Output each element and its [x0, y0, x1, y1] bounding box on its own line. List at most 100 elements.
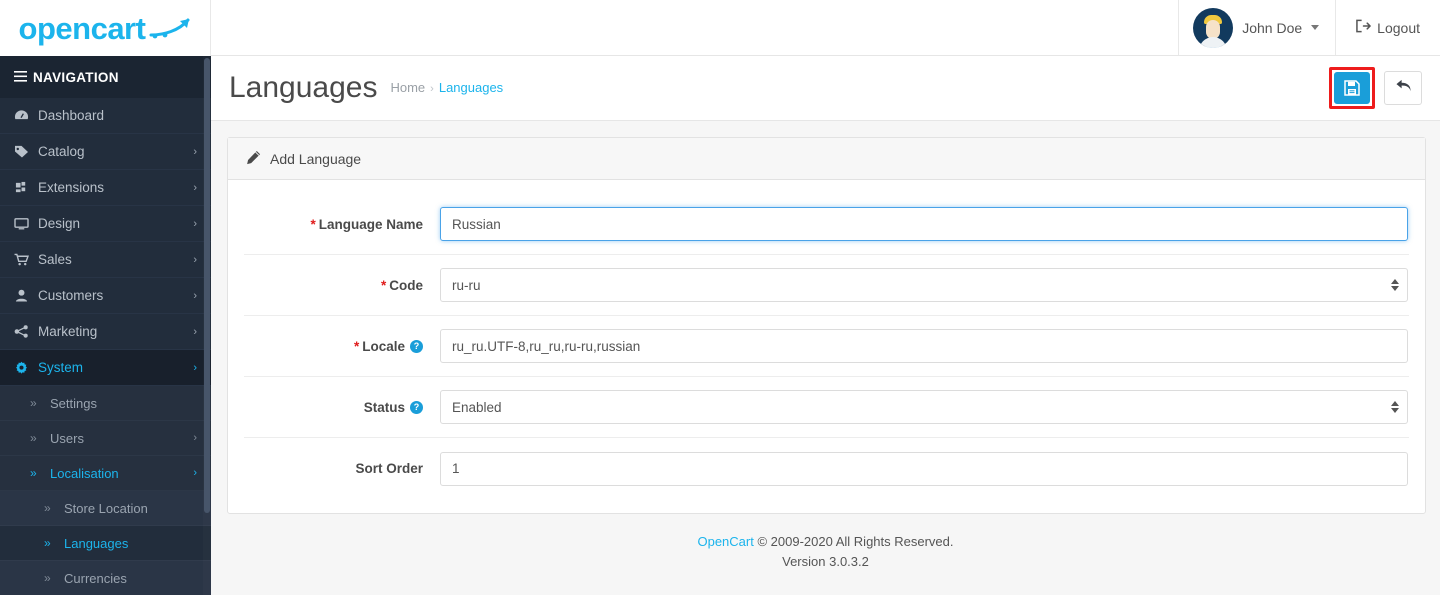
sidebar-item-extensions[interactable]: Extensions ›	[0, 170, 211, 206]
sidebar-subitem-label: Users	[50, 430, 84, 446]
chevron-right-icon: ›	[193, 145, 197, 158]
panel-body: * Language Name * Code	[228, 180, 1425, 513]
form-group-sort-order: Sort Order	[244, 438, 1409, 499]
top-header-bar: opencart John Doe Logout	[0, 0, 1440, 56]
user-name-label: John Doe	[1242, 19, 1303, 36]
back-button[interactable]	[1384, 71, 1422, 105]
sidebar-item-design[interactable]: Design ›	[0, 206, 211, 242]
sidebar-item-languages[interactable]: » Languages	[0, 526, 211, 561]
add-language-panel: Add Language * Language Name *	[227, 137, 1426, 514]
sidebar-item-users[interactable]: » Users ›	[0, 421, 211, 456]
double-chevron-right-icon: »	[44, 571, 51, 585]
logout-button[interactable]: Logout	[1335, 0, 1440, 55]
brand-logo-text: opencart	[18, 10, 146, 46]
breadcrumb-separator: ›	[430, 82, 434, 95]
floppy-disk-icon	[1344, 80, 1360, 96]
panel-heading: Add Language	[270, 150, 362, 167]
control-wrap-locale	[440, 329, 1409, 363]
tag-icon	[14, 145, 38, 158]
required-asterisk: *	[310, 216, 316, 232]
control-wrap-language-name	[440, 207, 1409, 241]
sidebar-item-localisation[interactable]: » Localisation ›	[0, 456, 211, 491]
form-group-status: Status ?	[244, 377, 1409, 438]
sidebar-item-dashboard[interactable]: Dashboard	[0, 98, 211, 134]
sidebar-item-label: Design	[38, 216, 81, 231]
form-group-code: * Code	[244, 255, 1409, 316]
control-wrap-status	[440, 390, 1409, 424]
page-header-actions	[1329, 67, 1422, 109]
footer-line-1: OpenCart © 2009-2020 All Rights Reserved…	[211, 532, 1440, 552]
sidebar-item-customers[interactable]: Customers ›	[0, 278, 211, 314]
chevron-right-icon: ›	[193, 325, 197, 338]
save-button-highlight	[1329, 67, 1375, 109]
pencil-icon	[246, 150, 261, 168]
sidebar-subitem-label: Settings	[50, 395, 97, 411]
sidebar-item-settings[interactable]: » Settings	[0, 386, 211, 421]
sidebar-subsubitem-label: Currencies	[64, 570, 127, 586]
avatar	[1193, 7, 1234, 48]
footer: OpenCart © 2009-2020 All Rights Reserved…	[211, 532, 1440, 572]
form-group-language-name: * Language Name	[244, 194, 1409, 255]
chevron-down-icon	[1311, 25, 1320, 30]
label-text: Locale	[362, 338, 405, 354]
label-text: Language Name	[318, 216, 423, 232]
language-name-input[interactable]	[440, 207, 1408, 241]
chevron-right-icon: ›	[193, 467, 197, 479]
double-chevron-right-icon: »	[30, 431, 37, 445]
sidebar-header[interactable]: NAVIGATION	[0, 56, 211, 98]
label-text: Status	[363, 399, 405, 415]
brand-swoosh-icon	[149, 18, 191, 39]
chevron-right-icon: ›	[193, 432, 197, 444]
breadcrumb-home-link[interactable]: Home	[390, 80, 425, 95]
page-title: Languages	[229, 71, 378, 104]
footer-opencart-link[interactable]: OpenCart	[697, 534, 753, 549]
page-header: Languages Home › Languages	[211, 56, 1440, 121]
sidebar-scrollbar[interactable]	[203, 56, 211, 595]
sidebar-nav-list: Dashboard Catalog › Extensions › Design …	[0, 98, 211, 386]
label-code: * Code	[244, 278, 440, 293]
save-button[interactable]	[1334, 72, 1370, 104]
back-arrow-icon	[1395, 78, 1412, 98]
control-wrap-code	[440, 268, 1409, 302]
sidebar-item-label: Extensions	[38, 180, 105, 195]
chevron-right-icon: ›	[193, 253, 197, 266]
code-select[interactable]	[440, 268, 1408, 302]
gear-icon	[14, 361, 38, 375]
double-chevron-right-icon: »	[30, 466, 37, 480]
sidebar-item-label: Sales	[38, 252, 72, 267]
label-locale: * Locale ?	[244, 339, 440, 354]
sidebar-item-currencies[interactable]: » Currencies	[0, 561, 211, 595]
sort-order-input[interactable]	[440, 451, 1408, 486]
share-icon	[14, 325, 38, 338]
label-text: Sort Order	[355, 461, 423, 476]
cart-icon	[14, 253, 38, 266]
status-select[interactable]	[440, 390, 1408, 424]
double-chevron-right-icon: »	[30, 396, 37, 410]
panel-header: Add Language	[228, 138, 1425, 180]
user-icon	[14, 289, 38, 302]
user-menu[interactable]: John Doe	[1178, 0, 1335, 55]
help-icon[interactable]: ?	[410, 400, 423, 414]
sidebar-item-label: Customers	[38, 288, 104, 303]
brand-logo[interactable]: opencart	[0, 0, 211, 56]
sidebar-item-label: Marketing	[38, 324, 98, 339]
chevron-right-icon: ›	[193, 181, 197, 194]
hamburger-icon	[14, 70, 27, 85]
sidebar-item-label: Dashboard	[38, 108, 105, 123]
control-wrap-sort-order	[440, 451, 1409, 486]
sidebar-scrollbar-thumb[interactable]	[204, 58, 210, 513]
double-chevron-right-icon: »	[44, 501, 51, 515]
sidebar-item-store-location[interactable]: » Store Location	[0, 491, 211, 526]
sidebar-item-marketing[interactable]: Marketing ›	[0, 314, 211, 350]
locale-input[interactable]	[440, 329, 1408, 363]
sidebar-item-system[interactable]: System ›	[0, 350, 211, 386]
help-icon[interactable]: ?	[410, 339, 423, 353]
label-sort-order: Sort Order	[244, 461, 440, 476]
breadcrumb: Home › Languages	[390, 80, 503, 97]
sidebar-item-catalog[interactable]: Catalog ›	[0, 134, 211, 170]
chevron-right-icon: ›	[193, 217, 197, 230]
sidebar-item-sales[interactable]: Sales ›	[0, 242, 211, 278]
sidebar-item-label: System	[38, 360, 84, 375]
breadcrumb-current-link[interactable]: Languages	[439, 80, 503, 95]
header-spacer	[211, 0, 1178, 55]
